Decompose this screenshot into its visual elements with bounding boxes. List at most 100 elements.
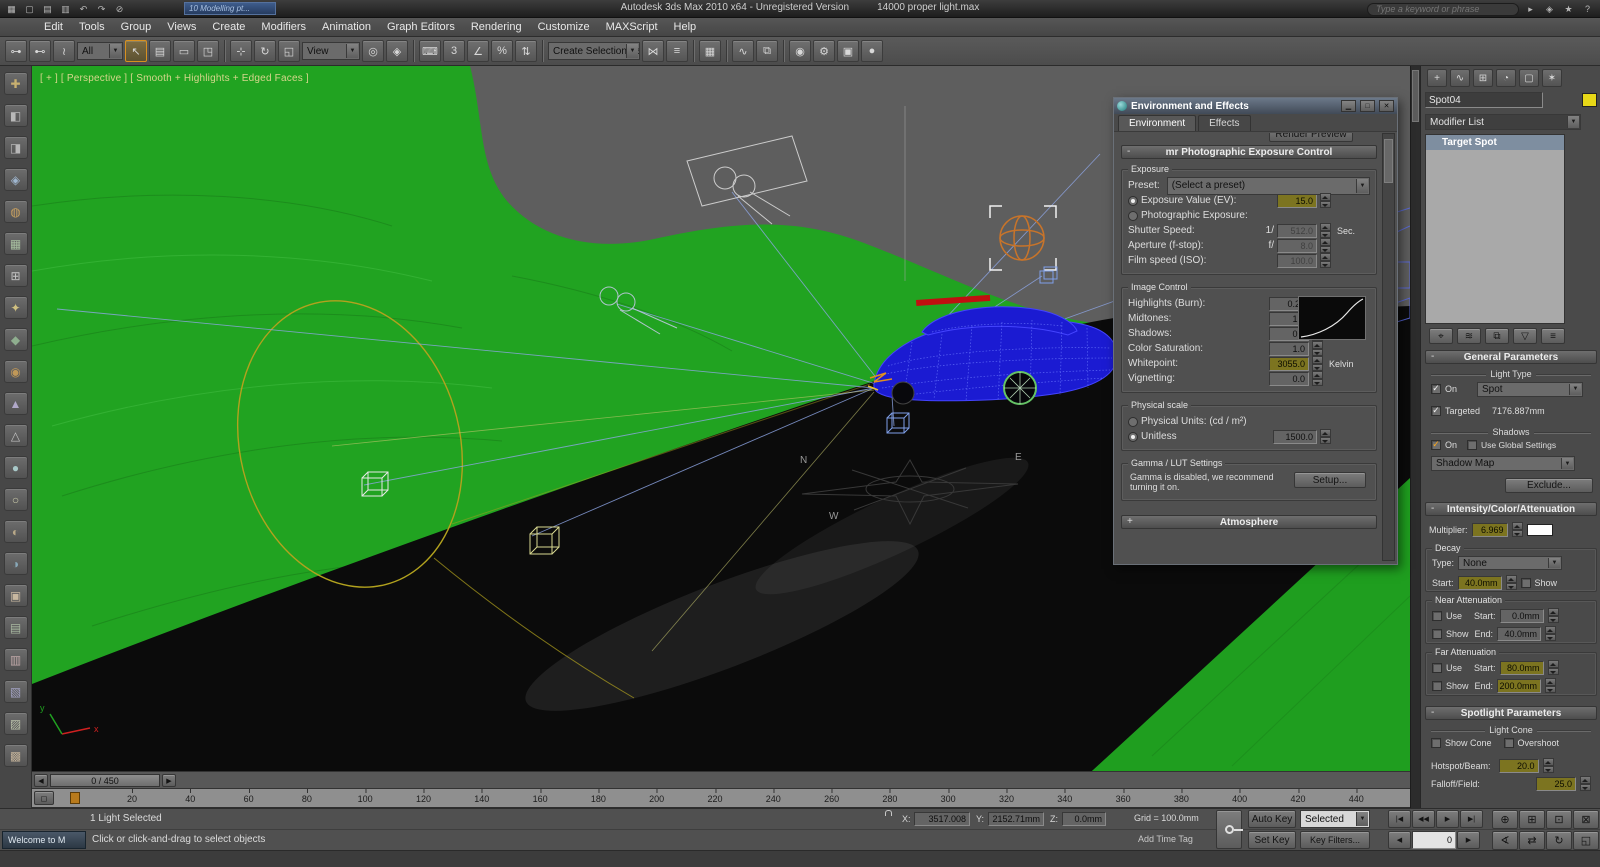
selection-lock-icon[interactable]: ⊘	[111, 2, 128, 16]
undo-icon[interactable]: ↶	[75, 2, 92, 16]
targeted-checkbox[interactable]	[1431, 406, 1441, 416]
modifier-stack[interactable]: Target Spot	[1425, 134, 1565, 324]
snaps-toggle-icon[interactable]: 3	[443, 40, 465, 62]
render-production-icon[interactable]: ●	[861, 40, 883, 62]
select-and-manipulate-icon[interactable]: ◈	[386, 40, 408, 62]
spinner[interactable]	[1320, 429, 1331, 444]
play-animation-button[interactable]: ▶	[1436, 810, 1459, 828]
select-by-name-icon[interactable]: ▤	[149, 40, 171, 62]
aperture-field[interactable]: 8.0	[1277, 238, 1317, 253]
menu-create[interactable]: Create	[204, 18, 253, 36]
configure-modifier-sets-button[interactable]: ≡	[1541, 328, 1565, 344]
orbit-icon[interactable]: ↻	[1546, 831, 1572, 850]
menu-rendering[interactable]: Rendering	[463, 18, 530, 36]
render-setup-icon[interactable]: ⚙	[813, 40, 835, 62]
modify-tab[interactable]: ∿	[1450, 69, 1470, 87]
far-start-field[interactable]: 80.0mm	[1499, 660, 1544, 675]
preset-dropdown[interactable]: (Select a preset) ▼	[1166, 176, 1370, 195]
dock-tool-icon-10[interactable]: ◉	[3, 360, 28, 383]
exclude-button[interactable]: Exclude...	[1505, 478, 1593, 493]
rendered-frame-window-icon[interactable]: ▣	[837, 40, 859, 62]
light-color-swatch[interactable]	[1526, 523, 1553, 536]
mirror-icon[interactable]: ⋈	[642, 40, 664, 62]
schematic-view-icon[interactable]: ⧉	[756, 40, 778, 62]
dock-tool-icon-19[interactable]: ▥	[3, 648, 28, 671]
dock-tool-icon-22[interactable]: ▩	[3, 744, 28, 767]
unlink-selection-icon[interactable]: ⊷	[29, 40, 51, 62]
zoom-icon[interactable]: ⊕	[1492, 810, 1518, 829]
align-icon[interactable]: ≡	[666, 40, 688, 62]
welcome-window-button[interactable]: Welcome to M	[2, 831, 86, 849]
utilities-tab[interactable]: ✶	[1542, 69, 1562, 87]
spotlight-parameters-rollout[interactable]: Spotlight Parameters	[1425, 706, 1597, 720]
spinner[interactable]	[1320, 238, 1331, 253]
set-keys-button[interactable]	[1216, 810, 1243, 849]
spinner[interactable]	[1505, 575, 1517, 590]
overshoot-checkbox[interactable]	[1503, 738, 1514, 748]
show-end-result-button[interactable]: ≋	[1457, 328, 1481, 344]
curve-editor-icon[interactable]: ∿	[732, 40, 754, 62]
object-name-field[interactable]: Spot04	[1425, 92, 1543, 108]
dock-tool-icon-5[interactable]: ◍	[3, 200, 28, 223]
dock-tool-icon-20[interactable]: ▧	[3, 680, 28, 703]
tab-environment[interactable]: Environment	[1118, 115, 1197, 131]
exposure-value-radio[interactable]	[1128, 195, 1138, 206]
favorites-icon[interactable]: ★	[1560, 2, 1577, 16]
set-key-button[interactable]: Set Key	[1248, 831, 1296, 849]
select-and-link-icon[interactable]: ⊶	[5, 40, 27, 62]
next-key-button[interactable]: ▶|	[1460, 810, 1483, 828]
spinner[interactable]	[1312, 371, 1323, 386]
menu-views[interactable]: Views	[159, 18, 204, 36]
film-speed-field[interactable]: 100.0	[1277, 253, 1317, 268]
x-coordinate-field[interactable]: 3517.008	[914, 812, 970, 826]
new-scene-icon[interactable]: ▢	[21, 2, 38, 16]
param-field[interactable]: 0.0	[1269, 371, 1309, 386]
intensity-rollout[interactable]: Intensity/Color/Attenuation	[1425, 502, 1597, 516]
unitless-field[interactable]: 1500.0	[1273, 429, 1317, 444]
window-titlebar[interactable]: ▦ ▢ ▤ ▥ ↶ ↷ ⊘ 10 Modelling pt... Autodesk 3ds …	[0, 0, 1600, 18]
select-and-scale-icon[interactable]: ◱	[278, 40, 300, 62]
dock-tool-icon-11[interactable]: ▲	[3, 392, 28, 415]
search-go-icon[interactable]: ▸	[1522, 2, 1539, 16]
light-type-dropdown[interactable]: Spot ▼	[1477, 381, 1583, 397]
auto-key-button[interactable]: Auto Key	[1248, 810, 1296, 828]
decay-show-checkbox[interactable]	[1520, 577, 1531, 588]
near-use-checkbox[interactable]	[1432, 610, 1442, 621]
shadow-type-dropdown[interactable]: Shadow Map ▼	[1431, 456, 1575, 471]
dock-tool-icon-18[interactable]: ▤	[3, 616, 28, 639]
minimize-button[interactable]: ▁	[1341, 100, 1356, 112]
gamma-setup-button[interactable]: Setup...	[1294, 472, 1366, 488]
far-use-checkbox[interactable]	[1432, 662, 1442, 673]
dock-tool-icon-1[interactable]: ✚	[3, 72, 28, 95]
previous-frame-button[interactable]: ◀	[1388, 831, 1411, 849]
next-frame-arrow[interactable]: ▶	[162, 774, 176, 787]
unitless-radio[interactable]	[1128, 431, 1138, 442]
spinner[interactable]	[1320, 193, 1331, 208]
param-field[interactable]: 1.0	[1269, 341, 1309, 356]
spinner[interactable]	[1545, 626, 1557, 641]
dock-tool-icon-17[interactable]: ▣	[3, 584, 28, 607]
tab-effects[interactable]: Effects	[1198, 115, 1251, 131]
dock-tool-icon-2[interactable]: ◧	[3, 104, 28, 127]
previous-key-button[interactable]: ◀◀	[1412, 810, 1435, 828]
light-on-checkbox[interactable]	[1431, 384, 1441, 394]
far-end-field[interactable]: 200.0mm	[1497, 678, 1542, 693]
maximize-viewport-icon[interactable]: ◱	[1573, 831, 1599, 850]
menu-tools[interactable]: Tools	[71, 18, 113, 36]
near-show-checkbox[interactable]	[1432, 628, 1442, 639]
material-editor-icon[interactable]: ◉	[789, 40, 811, 62]
selection-filter-dropdown[interactable]: All ▼	[77, 42, 123, 60]
field-of-view-icon[interactable]: ∢	[1492, 831, 1518, 850]
help-icon[interactable]: ?	[1579, 2, 1596, 16]
key-filters-button[interactable]: Key Filters...	[1300, 831, 1370, 849]
app-menu-icon[interactable]: ▦	[3, 2, 20, 16]
named-selection-sets-dropdown[interactable]: Create Selection Se ▼	[548, 42, 640, 60]
near-end-field[interactable]: 40.0mm	[1497, 626, 1542, 641]
minimized-window-chip[interactable]: 10 Modelling pt...	[184, 2, 276, 15]
y-coordinate-field[interactable]: 2152.71mm	[988, 812, 1044, 826]
keyboard-shortcut-override-icon[interactable]: ⌨	[419, 40, 441, 62]
physical-units-radio[interactable]	[1128, 416, 1138, 427]
zoom-extents-icon[interactable]: ⊡	[1546, 810, 1572, 829]
bind-to-space-warp-icon[interactable]: ≀	[53, 40, 75, 62]
multiplier-field[interactable]: 6.969	[1471, 522, 1508, 537]
